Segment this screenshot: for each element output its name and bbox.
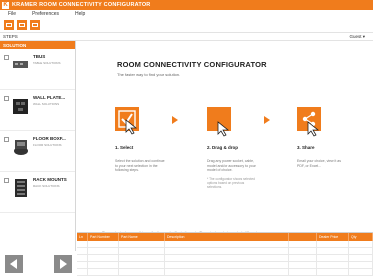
step-2-description: Drag any power socket, cable, model and/… [207, 159, 256, 173]
title-bar: K KRAMER ROOM CONNECTIVITY CONFIGURATOR [0, 0, 373, 10]
sidebar-item-name: WALL PLATE... [33, 95, 66, 100]
user-menu[interactable]: Guest ▾ [349, 34, 365, 40]
sidebar-item-tbus[interactable]: TBUS TABLE SOLUTIONS [0, 49, 75, 90]
menu-bar: File Preferences Help [0, 10, 373, 18]
column-header-blank[interactable] [289, 233, 317, 241]
previous-button[interactable] [5, 255, 23, 273]
arrow-right-icon [60, 259, 67, 269]
arrow-left-icon [10, 259, 17, 269]
sidebar-item-sub: FLOOR SOLUTIONS [33, 143, 62, 147]
sidebar-item-name: TBUS [33, 54, 46, 59]
sidebar: SOLUTION TBUS TABLE SOLUTIONS WALL PLATE… [0, 41, 76, 251]
user-name: Guest [349, 33, 362, 39]
main-content: ROOM CONNECTIVITY CONFIGURATOR The faste… [77, 41, 373, 235]
step-1-label: 1. Select [115, 145, 134, 150]
floor-box-thumbnail [12, 136, 29, 158]
table-row [77, 255, 373, 262]
page-subtitle: The faster way to find your solution. [117, 72, 181, 77]
next-button[interactable] [54, 255, 72, 273]
step-1-description: Select the solution and continue to your… [115, 159, 165, 173]
tbus-thumbnail [12, 54, 29, 76]
step-3-label: 3. Share [297, 145, 315, 150]
app-title: KRAMER ROOM CONNECTIVITY CONFIGURATOR [12, 2, 151, 8]
checkbox[interactable] [4, 96, 9, 101]
table-row [77, 241, 373, 248]
menu-file[interactable]: File [8, 11, 16, 17]
cursor-icon [217, 121, 230, 137]
sidebar-item-wall-plate[interactable]: WALL PLATE... WALL SOLUTIONS [0, 90, 75, 131]
table-header: Ln Part Number Part Name Description Dea… [77, 233, 373, 241]
step-3-description: Email your choice, view it as PDF, or Ex… [297, 159, 341, 168]
column-header-description[interactable]: Description [165, 233, 289, 241]
sidebar-header: SOLUTION [0, 41, 75, 49]
table-row [77, 248, 373, 255]
sidebar-item-name: FLOOR BOXF... [33, 136, 66, 141]
arrow-right-icon [264, 116, 270, 124]
steps-bar: STEPS Guest ▾ [0, 33, 373, 41]
table-row [77, 269, 373, 276]
save-icon[interactable] [30, 20, 40, 30]
rack-mount-thumbnail [12, 177, 29, 199]
column-header-part-name[interactable]: Part Name [119, 233, 165, 241]
checkbox[interactable] [4, 178, 9, 183]
parts-table: Ln Part Number Part Name Description Dea… [77, 232, 373, 280]
checkbox[interactable] [4, 55, 9, 60]
menu-preferences[interactable]: Preferences [32, 11, 59, 17]
menu-help[interactable]: Help [75, 11, 85, 17]
arrow-right-icon [172, 116, 178, 124]
sidebar-item-name: RACK MOUNTS [33, 177, 67, 182]
steps-label: STEPS [3, 34, 18, 39]
column-header-dealer-price[interactable]: Dealer Price [317, 233, 349, 241]
sidebar-item-sub: RACK SOLUTIONS [33, 184, 60, 188]
kramer-logo: K [2, 1, 9, 9]
cursor-icon [307, 121, 320, 137]
sidebar-item-rack-mounts[interactable]: RACK MOUNTS RACK SOLUTIONS [0, 172, 75, 213]
sidebar-item-sub: TABLE SOLUTIONS [33, 61, 61, 65]
column-header-part-number[interactable]: Part Number [88, 233, 119, 241]
column-header-line[interactable]: Ln [77, 233, 88, 241]
sidebar-item-sub: WALL SOLUTIONS [33, 102, 60, 106]
page-title: ROOM CONNECTIVITY CONFIGURATOR [117, 60, 267, 69]
step-2-label: 2. Drag & drop [207, 145, 239, 150]
cursor-icon [125, 119, 138, 135]
sidebar-item-floor-box[interactable]: FLOOR BOXF... FLOOR SOLUTIONS [0, 131, 75, 172]
toolbar [0, 18, 373, 33]
chevron-down-icon: ▾ [362, 33, 365, 39]
step-2-note: * The configurator shows selected option… [207, 177, 255, 190]
open-icon[interactable] [17, 20, 27, 30]
new-icon[interactable] [4, 20, 14, 30]
table-row [77, 262, 373, 269]
checkbox[interactable] [4, 137, 9, 142]
wall-plate-thumbnail [12, 95, 29, 117]
column-header-qty[interactable]: Qty [349, 233, 373, 241]
